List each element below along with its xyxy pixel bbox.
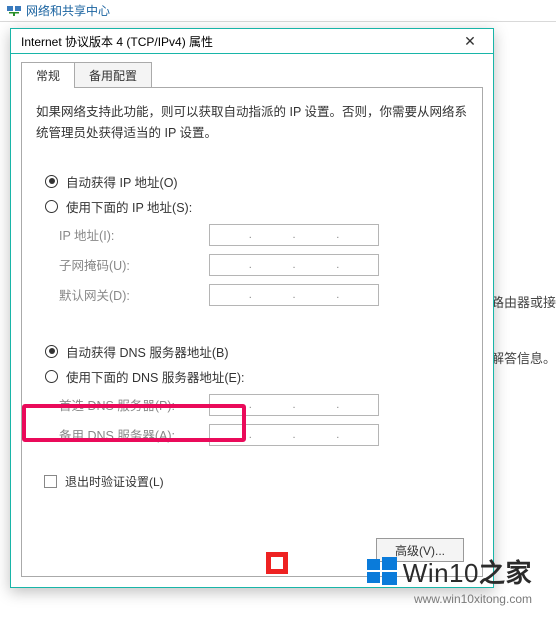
dns2-field[interactable]: ...: [209, 424, 379, 446]
radio-label: 自动获得 IP 地址(O): [66, 172, 178, 191]
validate-on-exit-checkbox[interactable]: 退出时验证设置(L): [44, 473, 468, 490]
ip-address-field[interactable]: ...: [209, 224, 379, 246]
dialog-title: Internet 协议版本 4 (TCP/IPv4) 属性: [21, 33, 451, 50]
subnet-mask-field[interactable]: ...: [209, 254, 379, 276]
dns1-field[interactable]: ...: [209, 394, 379, 416]
radio-dns-auto[interactable]: 自动获得 DNS 服务器地址(B): [45, 342, 465, 361]
radio-icon: [45, 345, 58, 358]
subnet-mask-label: 子网掩码(U):: [59, 255, 209, 274]
gateway-field[interactable]: ...: [209, 284, 379, 306]
dns-group: 自动获得 DNS 服务器地址(B) 使用下面的 DNS 服务器地址(E): 首选…: [36, 331, 468, 459]
tab-alternate[interactable]: 备用配置: [74, 62, 152, 88]
tab-panel-general: 如果网络支持此功能，则可以获取自动指派的 IP 设置。否则，你需要从网络系统管理…: [21, 87, 483, 577]
parent-window-titlebar: 网络和共享中心: [0, 0, 556, 22]
tab-general[interactable]: 常规: [21, 62, 75, 88]
dns1-label: 首选 DNS 服务器(P):: [59, 395, 209, 414]
advanced-button[interactable]: 高级(V)...: [376, 538, 464, 562]
parent-window-title: 网络和共享中心: [26, 2, 110, 19]
close-button[interactable]: ✕: [451, 29, 489, 53]
gateway-label: 默认网关(D):: [59, 285, 209, 304]
description-text: 如果网络支持此功能，则可以获取自动指派的 IP 设置。否则，你需要从网络系统管理…: [36, 102, 468, 145]
watermark-red-square: [266, 552, 288, 574]
radio-ip-manual[interactable]: 使用下面的 IP 地址(S):: [45, 197, 465, 216]
radio-ip-auto[interactable]: 自动获得 IP 地址(O): [45, 172, 465, 191]
dialog-titlebar[interactable]: Internet 协议版本 4 (TCP/IPv4) 属性 ✕: [11, 29, 493, 54]
radio-label: 自动获得 DNS 服务器地址(B): [66, 342, 229, 361]
radio-label: 使用下面的 IP 地址(S):: [66, 197, 192, 216]
ip-group: 自动获得 IP 地址(O) 使用下面的 IP 地址(S): IP 地址(I):.…: [36, 161, 468, 319]
close-icon: ✕: [464, 33, 476, 50]
radio-icon: [45, 200, 58, 213]
tab-strip: 常规 备用配置: [21, 62, 483, 88]
radio-label: 使用下面的 DNS 服务器地址(E):: [66, 367, 244, 386]
network-center-icon: [6, 3, 22, 19]
dns2-label: 备用 DNS 服务器(A):: [59, 425, 209, 444]
ip-address-label: IP 地址(I):: [59, 225, 209, 244]
radio-dns-manual[interactable]: 使用下面的 DNS 服务器地址(E):: [45, 367, 465, 386]
radio-icon: [45, 370, 58, 383]
checkbox-label: 退出时验证设置(L): [65, 473, 164, 490]
ipv4-properties-dialog: Internet 协议版本 4 (TCP/IPv4) 属性 ✕ 常规 备用配置 …: [10, 28, 494, 588]
radio-icon: [45, 175, 58, 188]
bg-text-2: 解答信息。: [491, 348, 556, 367]
checkbox-icon: [44, 475, 57, 488]
